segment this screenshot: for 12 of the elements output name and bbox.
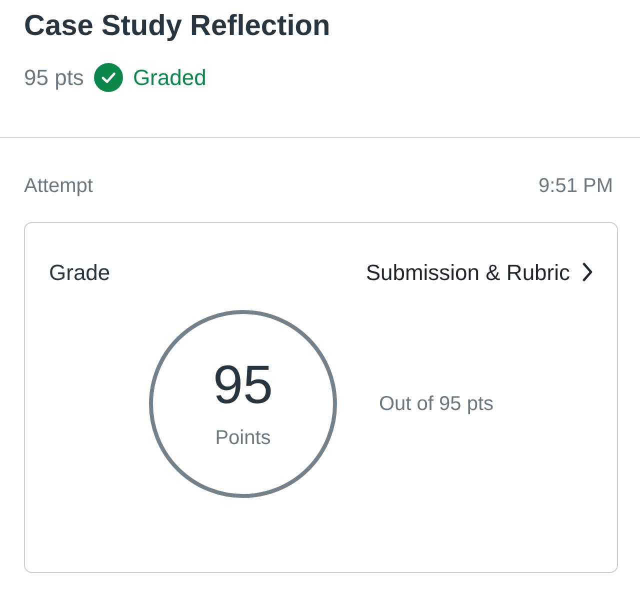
chevron-right-icon: [582, 262, 593, 282]
assignment-title: Case Study Reflection: [24, 12, 330, 40]
submission-rubric-link[interactable]: Submission & Rubric: [366, 256, 593, 288]
out-of-points: Out of 95 pts: [379, 392, 494, 417]
status-label: Graded: [132, 64, 206, 92]
score-unit: Points: [215, 426, 271, 451]
attempt-label: Attempt: [24, 174, 93, 199]
attempt-time: 9:51 PM: [538, 174, 613, 199]
check-circle-icon: [94, 62, 123, 92]
points-possible: 95 pts: [24, 64, 84, 92]
grade-heading: Grade: [49, 258, 110, 286]
score-value: 95: [212, 357, 274, 413]
